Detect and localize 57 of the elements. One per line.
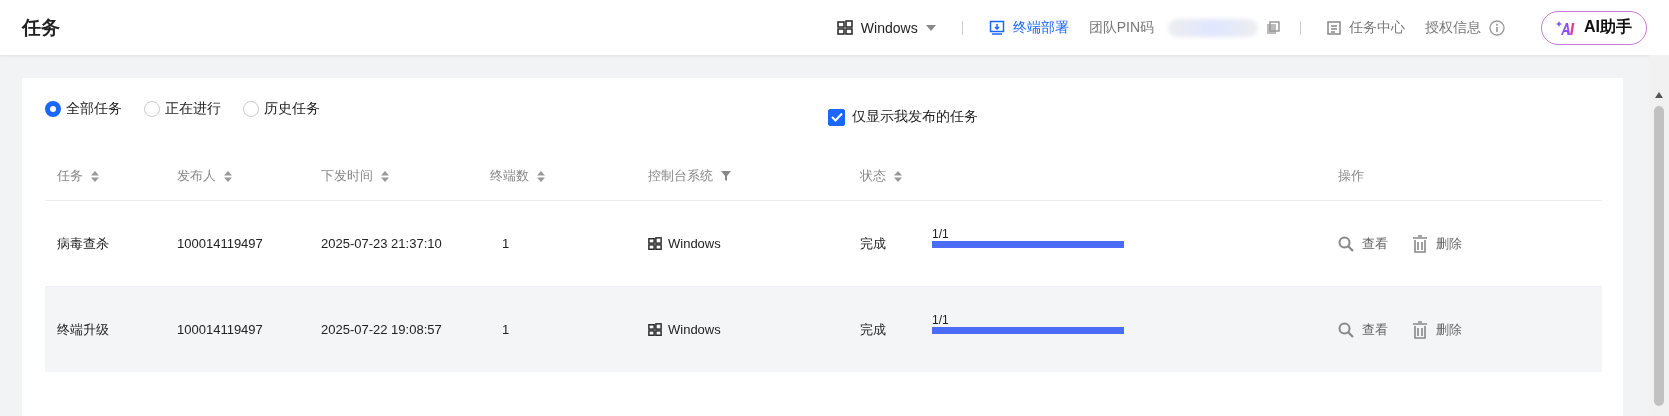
team-pin-label: 团队PIN码 <box>1087 18 1155 37</box>
table-cell-text: 1 <box>501 236 510 251</box>
table-cell: Windows <box>668 236 721 251</box>
filter-radio[interactable]: 正在进行 <box>144 100 221 118</box>
table-cell-text: 1 <box>501 322 510 337</box>
filter-radio[interactable]: 历史任务 <box>243 100 320 118</box>
search-icon <box>1338 321 1354 338</box>
table-cell: 病毒查杀 <box>57 234 109 253</box>
table-cell: 100014119497 <box>177 322 263 337</box>
sort-icon <box>91 170 99 182</box>
status-text: 完成 <box>860 234 887 253</box>
column-header[interactable]: 发布人 <box>177 167 232 185</box>
info-icon <box>1489 19 1505 36</box>
list-icon <box>1327 20 1341 35</box>
ai-assistant-button[interactable]: AI助手 <box>1541 10 1647 45</box>
monitor-icon <box>988 19 1005 36</box>
status-text: 完成 <box>860 320 887 339</box>
deploy-link[interactable]: 终端部署 <box>982 18 1075 37</box>
table-cell: Windows <box>668 322 721 337</box>
windows-icon <box>836 19 853 36</box>
delete-button[interactable]: 删除 <box>1412 320 1462 339</box>
task-center-link[interactable]: 任务中心 <box>1321 18 1411 37</box>
table-cell: 2025-07-23 21:37:10 <box>321 236 442 251</box>
check-icon <box>830 112 843 122</box>
license-info-link[interactable]: 授权信息 <box>1419 18 1511 37</box>
only-mine-checkbox[interactable]: 仅显示我发布的任务 <box>828 108 978 126</box>
copy-icon[interactable] <box>1266 20 1280 35</box>
sort-icon <box>537 170 545 182</box>
view-button[interactable]: 查看 <box>1338 234 1388 253</box>
page-title: 任务 <box>22 15 60 40</box>
scroll-up-icon[interactable] <box>1655 92 1663 98</box>
trash-icon <box>1412 320 1428 339</box>
view-button[interactable]: 查看 <box>1338 320 1388 339</box>
table-cell: 终端升级 <box>57 320 109 339</box>
sort-icon <box>224 170 232 182</box>
column-header[interactable]: 终端数 <box>490 167 545 185</box>
table-cell: 2025-07-22 19:08:57 <box>321 322 442 337</box>
filter-radio[interactable]: 全部任务 <box>45 100 122 118</box>
windows-icon <box>648 322 662 337</box>
os-dropdown[interactable]: Windows <box>830 19 942 36</box>
sort-icon <box>381 170 389 182</box>
table-cell: 100014119497 <box>177 236 263 251</box>
column-header[interactable]: 下发时间 <box>321 167 389 185</box>
column-header[interactable]: 控制台系统 <box>648 167 731 185</box>
filter-icon <box>721 171 731 181</box>
delete-button[interactable]: 删除 <box>1412 234 1462 253</box>
progress-text: 1/1 <box>932 227 950 241</box>
sort-icon <box>894 170 902 182</box>
caret-icon <box>925 24 936 31</box>
column-header[interactable]: 任务 <box>57 167 99 185</box>
scrollbar-thumb[interactable] <box>1654 106 1664 406</box>
search-icon <box>1338 235 1354 252</box>
column-header[interactable]: 状态 <box>860 167 902 185</box>
trash-icon <box>1412 234 1428 253</box>
progress-text: 1/1 <box>932 313 950 327</box>
column-header: 操作 <box>1338 167 1364 185</box>
windows-icon <box>648 236 662 251</box>
